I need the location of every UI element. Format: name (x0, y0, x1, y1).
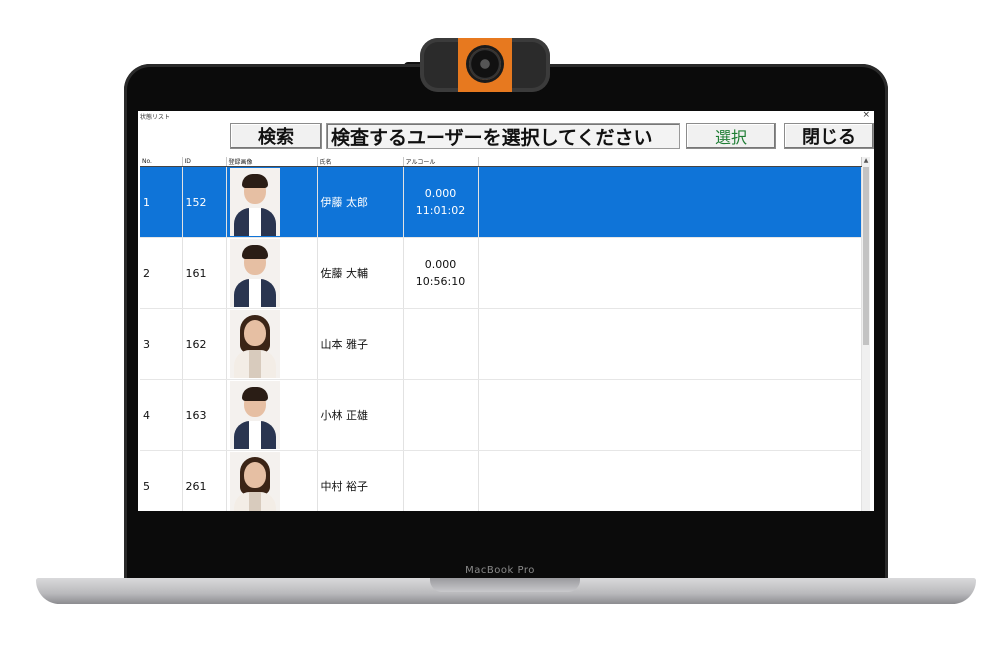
user-table: No. ID 登録画像 氏名 アルコール 1 152 伊藤 太郎 0.000 11:01… (140, 157, 862, 511)
column-header-photo[interactable]: 登録画像 (226, 157, 318, 167)
vertical-scrollbar[interactable]: ▲ (862, 157, 870, 511)
cell-photo[interactable] (226, 237, 318, 309)
app-window: 状態リスト × 検索 検査するユーザーを選択してください 選択 閉じる No. … (138, 111, 874, 511)
alcohol-value: 0.000 (424, 258, 457, 271)
table-row[interactable]: 5 261 中村 裕子 (140, 450, 862, 511)
search-button[interactable]: 検索 (230, 123, 322, 149)
cell-name[interactable]: 佐藤 大輔 (317, 237, 404, 309)
male-portrait-photo (229, 239, 280, 307)
cell-no[interactable]: 5 (140, 450, 183, 511)
cell-blank (478, 166, 862, 238)
table-row[interactable]: 3 162 山本 雅子 (140, 308, 862, 380)
prompt-field: 検査するユーザーを選択してください (326, 123, 680, 149)
table-row[interactable]: 2 161 佐藤 大輔 0.000 10:56:10 (140, 237, 862, 309)
table-header-row: No. ID 登録画像 氏名 アルコール (140, 157, 862, 167)
cell-alcohol[interactable] (403, 450, 479, 511)
close-button[interactable]: 閉じる (784, 123, 874, 149)
cell-name[interactable]: 中村 裕子 (317, 450, 404, 511)
cell-no[interactable]: 4 (140, 379, 183, 451)
cell-id[interactable]: 261 (182, 450, 227, 511)
scroll-up-icon[interactable]: ▲ (862, 157, 870, 165)
device-brand-label: MacBook Pro (465, 565, 535, 576)
toolbar: 検索 検査するユーザーを選択してください 選択 閉じる (138, 121, 874, 157)
cell-blank (478, 308, 862, 380)
cell-id[interactable]: 161 (182, 237, 227, 309)
male-portrait-photo (229, 168, 280, 236)
cell-photo[interactable] (226, 379, 318, 451)
cell-name[interactable]: 伊藤 太郎 (317, 166, 404, 238)
title-bar: 状態リスト × (138, 111, 874, 121)
female-portrait-photo (229, 310, 280, 378)
cell-alcohol[interactable]: 0.000 10:56:10 (403, 237, 479, 309)
window-close-icon[interactable]: × (862, 111, 870, 120)
column-header-id[interactable]: ID (182, 157, 227, 167)
cell-name[interactable]: 山本 雅子 (317, 308, 404, 380)
window-title: 状態リスト (140, 114, 171, 121)
laptop-notch (430, 578, 580, 592)
alcohol-time: 11:01:02 (415, 204, 466, 217)
alcohol-time: 10:56:10 (415, 275, 466, 288)
table-row[interactable]: 4 163 小林 正雄 (140, 379, 862, 451)
cell-id[interactable]: 163 (182, 379, 227, 451)
user-grid: No. ID 登録画像 氏名 アルコール 1 152 伊藤 太郎 0.000 11:01… (140, 157, 874, 511)
cell-no[interactable]: 1 (140, 166, 183, 238)
cell-id[interactable]: 152 (182, 166, 227, 238)
webcam-icon (420, 38, 550, 92)
cell-id[interactable]: 162 (182, 308, 227, 380)
column-header-alcohol[interactable]: アルコール (403, 157, 479, 167)
cell-alcohol[interactable]: 0.000 11:01:02 (403, 166, 479, 238)
cell-alcohol[interactable] (403, 308, 479, 380)
cell-no[interactable]: 2 (140, 237, 183, 309)
column-header-name[interactable]: 氏名 (317, 157, 404, 167)
cell-alcohol[interactable] (403, 379, 479, 451)
cell-blank (478, 450, 862, 511)
cell-photo[interactable] (226, 308, 318, 380)
cell-photo[interactable] (226, 450, 318, 511)
male-portrait-photo (229, 381, 280, 449)
cell-name[interactable]: 小林 正雄 (317, 379, 404, 451)
table-row[interactable]: 1 152 伊藤 太郎 0.000 11:01:02 (140, 166, 862, 238)
scroll-thumb[interactable] (863, 167, 869, 345)
select-button[interactable]: 選択 (686, 123, 776, 149)
female-portrait-photo (229, 452, 280, 511)
column-header-blank (478, 157, 862, 167)
webcam-lens (469, 48, 501, 80)
column-header-no[interactable]: No. (140, 157, 183, 167)
cell-blank (478, 379, 862, 451)
cell-blank (478, 237, 862, 309)
alcohol-value: 0.000 (424, 187, 457, 200)
cell-photo[interactable] (226, 166, 318, 238)
cell-no[interactable]: 3 (140, 308, 183, 380)
